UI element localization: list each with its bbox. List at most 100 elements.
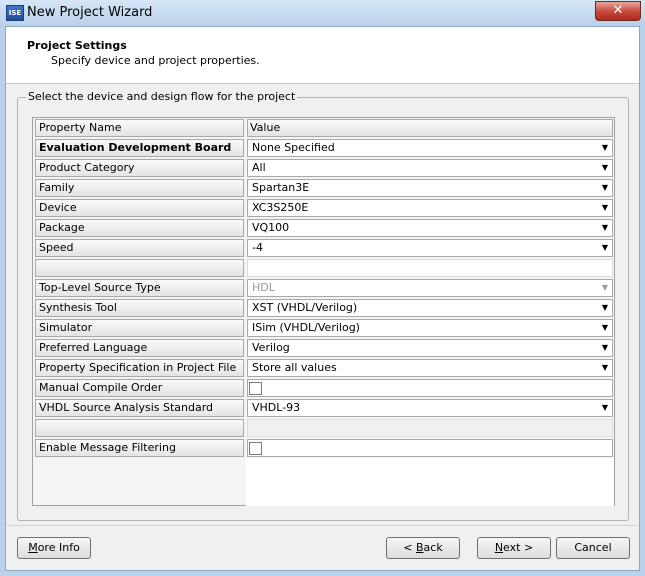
property-name: Simulator bbox=[35, 319, 244, 337]
message-filtering-cell bbox=[247, 439, 613, 457]
property-name: Device bbox=[35, 199, 244, 217]
manual-compile-order-checkbox[interactable] bbox=[249, 382, 262, 395]
table-row: VHDL Source Analysis Standard VHDL-93 ▼ bbox=[33, 398, 614, 418]
property-name: Manual Compile Order bbox=[35, 379, 244, 397]
property-name: Product Category bbox=[35, 159, 244, 177]
dropdown-arrow-icon[interactable]: ▼ bbox=[598, 200, 612, 216]
property-name: Preferred Language bbox=[35, 339, 244, 357]
property-name bbox=[35, 259, 244, 277]
table-row: Preferred Language Verilog ▼ bbox=[33, 338, 614, 358]
app-icon: ISE bbox=[6, 5, 24, 21]
property-name: Family bbox=[35, 179, 244, 197]
property-table: Property Name Value Evaluation Developme… bbox=[32, 117, 615, 506]
group-title: Select the device and design flow for th… bbox=[26, 90, 298, 103]
table-row: Evaluation Development Board None Specif… bbox=[33, 138, 614, 158]
mnemonic: M bbox=[28, 541, 38, 554]
property-name: Enable Message Filtering bbox=[35, 439, 244, 457]
dropdown-arrow-icon[interactable]: ▼ bbox=[598, 140, 612, 156]
property-name: Synthesis Tool bbox=[35, 299, 244, 317]
button-label: ext > bbox=[503, 541, 534, 554]
property-name: Top-Level Source Type bbox=[35, 279, 244, 297]
page-title: Project Settings bbox=[27, 39, 127, 52]
dropdown-arrow-icon[interactable]: ▼ bbox=[598, 300, 612, 316]
dropdown-arrow-icon[interactable]: ▼ bbox=[598, 340, 612, 356]
property-name: Speed bbox=[35, 239, 244, 257]
table-empty-area bbox=[246, 458, 614, 506]
table-row: Product Category All ▼ bbox=[33, 158, 614, 178]
preferred-language-select[interactable]: Verilog ▼ bbox=[247, 339, 613, 357]
select-value: VHDL-93 bbox=[252, 401, 301, 414]
dropdown-arrow-icon[interactable]: ▼ bbox=[598, 400, 612, 416]
property-name: Package bbox=[35, 219, 244, 237]
column-header-value: Value bbox=[247, 119, 613, 137]
header-band: Project Settings Specify device and proj… bbox=[6, 27, 639, 84]
board-select[interactable]: None Specified ▼ bbox=[247, 139, 613, 157]
table-header-row: Property Name Value bbox=[33, 118, 614, 138]
select-value: -4 bbox=[252, 241, 263, 254]
select-value: Spartan3E bbox=[252, 181, 310, 194]
cancel-button[interactable]: Cancel bbox=[556, 537, 630, 559]
select-value: XC3S250E bbox=[252, 201, 309, 214]
vhdl-standard-select[interactable]: VHDL-93 ▼ bbox=[247, 399, 613, 417]
more-info-button[interactable]: More Info bbox=[17, 537, 91, 559]
device-select[interactable]: XC3S250E ▼ bbox=[247, 199, 613, 217]
table-row: Property Specification in Project File S… bbox=[33, 358, 614, 378]
blank-value bbox=[247, 419, 613, 437]
property-name bbox=[35, 419, 244, 437]
button-label: ack bbox=[423, 541, 443, 554]
table-row: Manual Compile Order bbox=[33, 378, 614, 398]
window-title: New Project Wizard bbox=[27, 5, 153, 20]
product-category-select[interactable]: All ▼ bbox=[247, 159, 613, 177]
table-row: Device XC3S250E ▼ bbox=[33, 198, 614, 218]
page-subtitle: Specify device and project properties. bbox=[51, 54, 260, 67]
footer-divider bbox=[6, 525, 639, 526]
button-label: < bbox=[403, 541, 416, 554]
dropdown-arrow-icon[interactable]: ▼ bbox=[598, 180, 612, 196]
dropdown-arrow-icon[interactable]: ▼ bbox=[598, 220, 612, 236]
table-row: Simulator ISim (VHDL/Verilog) ▼ bbox=[33, 318, 614, 338]
table-row: Speed -4 ▼ bbox=[33, 238, 614, 258]
button-label: ore Info bbox=[37, 541, 80, 554]
title-bar: ISE New Project Wizard ✕ bbox=[0, 0, 645, 26]
dropdown-arrow-icon: ▼ bbox=[601, 283, 609, 292]
select-value: HDL bbox=[252, 281, 275, 294]
select-value: None Specified bbox=[252, 141, 335, 154]
manual-compile-order-cell bbox=[247, 379, 613, 397]
table-row: Enable Message Filtering bbox=[33, 438, 614, 458]
back-button[interactable]: < Back bbox=[386, 537, 460, 559]
table-row: Family Spartan3E ▼ bbox=[33, 178, 614, 198]
table-row: Package VQ100 ▼ bbox=[33, 218, 614, 238]
family-select[interactable]: Spartan3E ▼ bbox=[247, 179, 613, 197]
speed-select[interactable]: -4 ▼ bbox=[247, 239, 613, 257]
select-value: All bbox=[252, 161, 266, 174]
close-button[interactable]: ✕ bbox=[595, 1, 641, 21]
source-type-select: HDL ▼ bbox=[247, 279, 613, 297]
synthesis-tool-select[interactable]: XST (VHDL/Verilog) ▼ bbox=[247, 299, 613, 317]
simulator-select[interactable]: ISim (VHDL/Verilog) ▼ bbox=[247, 319, 613, 337]
table-row: Synthesis Tool XST (VHDL/Verilog) ▼ bbox=[33, 298, 614, 318]
property-name: VHDL Source Analysis Standard bbox=[35, 399, 244, 417]
mnemonic: B bbox=[416, 541, 424, 554]
dropdown-arrow-icon[interactable]: ▼ bbox=[598, 360, 612, 376]
property-specification-select[interactable]: Store all values ▼ bbox=[247, 359, 613, 377]
select-value: ISim (VHDL/Verilog) bbox=[252, 321, 360, 334]
table-row: Top-Level Source Type HDL ▼ bbox=[33, 278, 614, 298]
blank-value bbox=[247, 259, 613, 277]
dropdown-arrow-icon[interactable]: ▼ bbox=[598, 320, 612, 336]
select-value: Store all values bbox=[252, 361, 337, 374]
select-value: Verilog bbox=[252, 341, 290, 354]
property-name: Evaluation Development Board bbox=[35, 139, 244, 157]
property-name: Property Specification in Project File bbox=[35, 359, 244, 377]
next-button[interactable]: Next > bbox=[477, 537, 551, 559]
table-row-spacer bbox=[33, 418, 614, 438]
column-header-property: Property Name bbox=[35, 119, 244, 137]
dropdown-arrow-icon[interactable]: ▼ bbox=[598, 160, 612, 176]
table-row-spacer bbox=[33, 258, 614, 278]
wizard-window: Project Settings Specify device and proj… bbox=[5, 26, 640, 571]
enable-message-filtering-checkbox[interactable] bbox=[249, 442, 262, 455]
mnemonic: N bbox=[494, 541, 504, 554]
dropdown-arrow-icon[interactable]: ▼ bbox=[598, 240, 612, 256]
select-value: XST (VHDL/Verilog) bbox=[252, 301, 358, 314]
select-value: VQ100 bbox=[252, 221, 290, 234]
package-select[interactable]: VQ100 ▼ bbox=[247, 219, 613, 237]
